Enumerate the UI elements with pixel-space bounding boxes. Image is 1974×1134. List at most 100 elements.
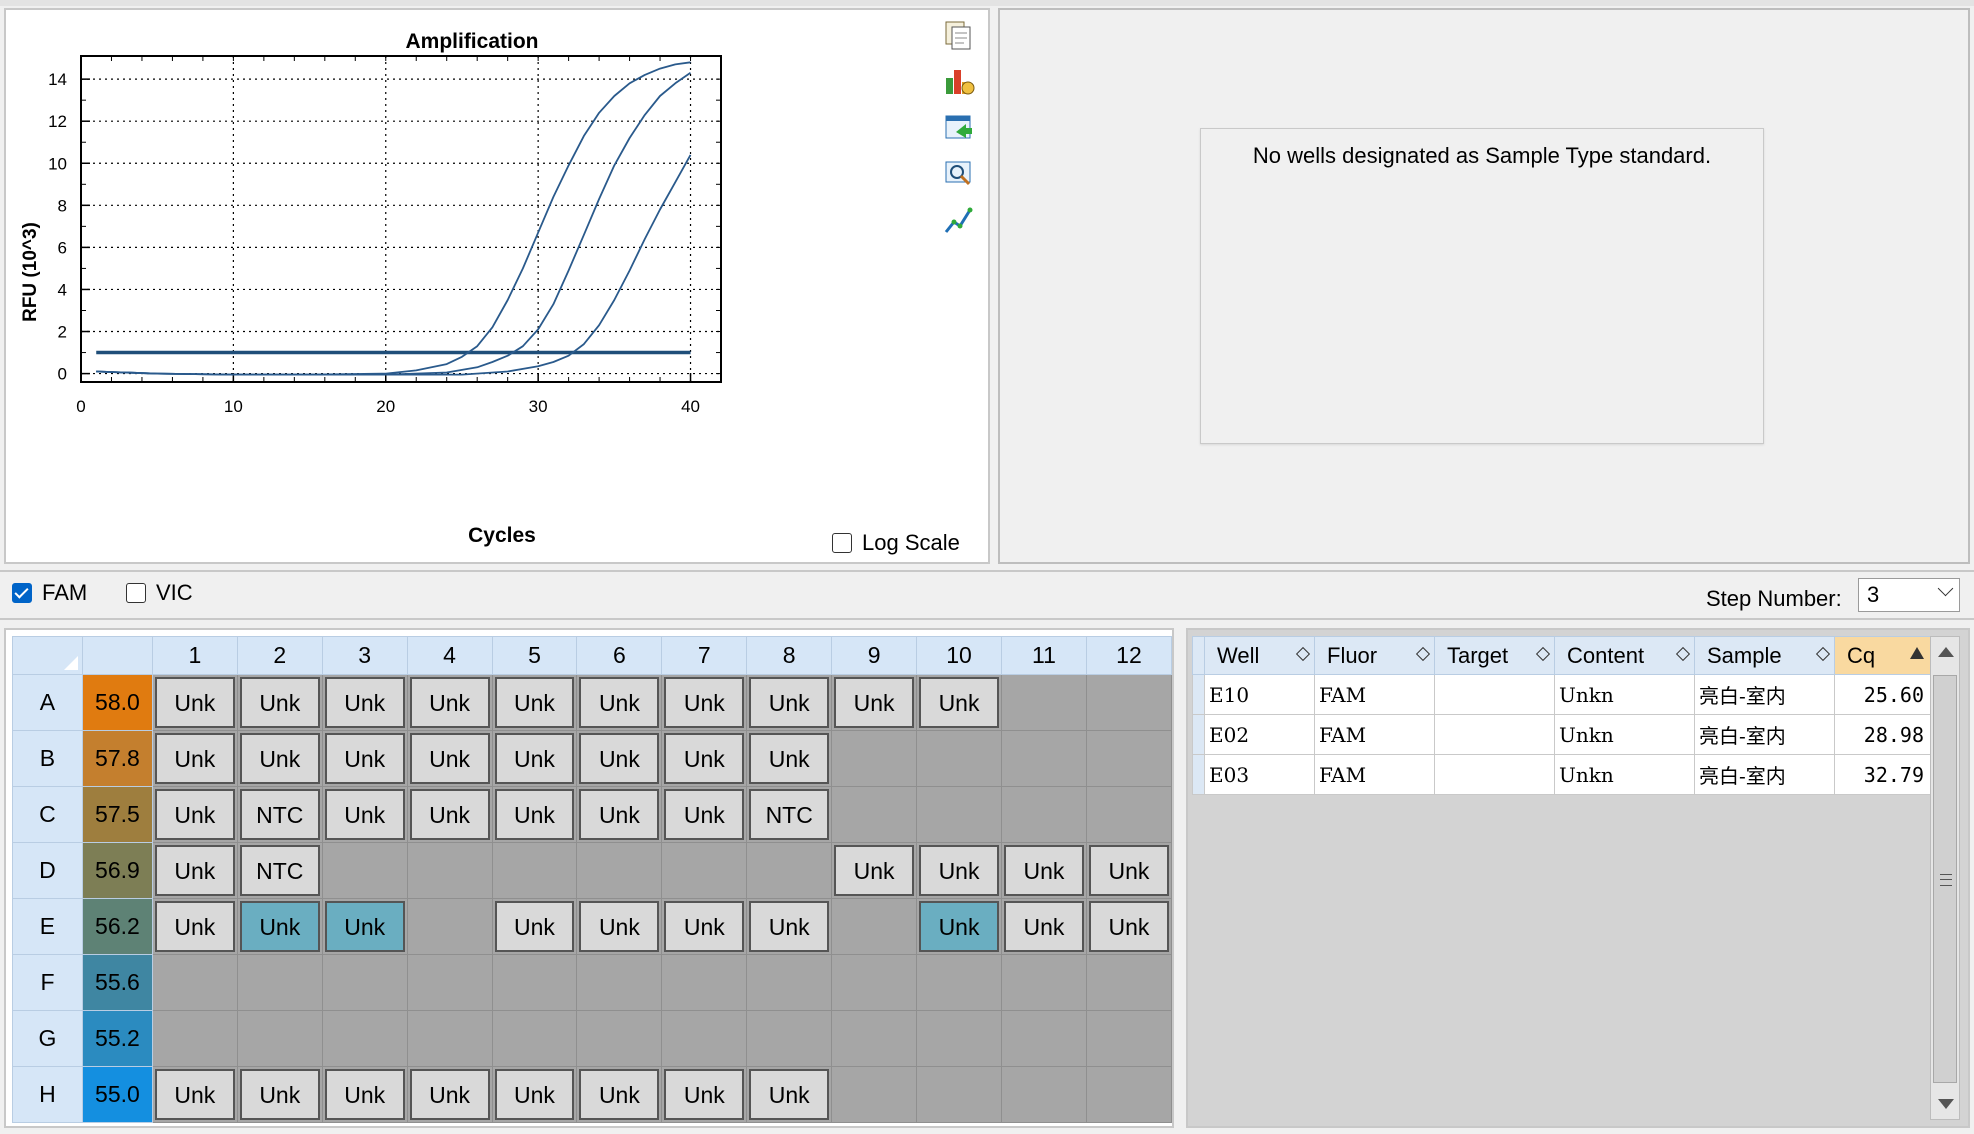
table-row[interactable]: E03 FAM Unkn 亮白-室内 32.79 [1192,754,1935,795]
column-header-sample[interactable]: Sample [1694,636,1835,675]
step-number-select[interactable]: 3 [1858,578,1960,612]
well-a10[interactable]: Unk [916,674,1002,731]
well-c7[interactable]: Unk [661,786,748,843]
amplification-curve-e03[interactable] [96,154,692,376]
well-d8[interactable] [746,842,833,899]
plate-row-header-a[interactable]: A [12,674,83,731]
well-a1[interactable]: Unk [151,674,238,731]
well-h4[interactable]: Unk [406,1066,493,1123]
well-e11[interactable]: Unk [1000,898,1087,955]
well-f8[interactable] [746,954,833,1011]
well-d6[interactable] [576,842,663,899]
table-row[interactable]: E10 FAM Unkn 亮白-室内 25.60 [1192,674,1935,715]
results-scrollbar[interactable] [1930,636,1960,1120]
well-d12[interactable]: Unk [1085,842,1173,899]
well-d9[interactable]: Unk [831,842,918,899]
well-f12[interactable] [1085,954,1173,1011]
plate-column-header-6[interactable]: 6 [576,636,663,675]
well-b7[interactable]: Unk [661,730,748,787]
well-a8[interactable]: Unk [746,674,833,731]
well-f5[interactable] [491,954,578,1011]
well-b1[interactable]: Unk [151,730,238,787]
well-e4[interactable] [406,898,493,955]
well-c9[interactable] [831,786,918,843]
scroll-thumb[interactable] [1933,675,1957,1083]
well-f9[interactable] [831,954,918,1011]
column-header-target[interactable]: Target [1434,636,1555,675]
well-b11[interactable] [1000,730,1087,787]
column-header-cq[interactable]: Cq [1834,636,1935,675]
well-c8[interactable]: NTC [746,786,833,843]
well-g5[interactable] [491,1010,578,1067]
well-b10[interactable] [916,730,1002,787]
plate-row-header-h[interactable]: H [12,1066,83,1123]
well-a11[interactable] [1000,674,1087,731]
well-f3[interactable] [321,954,408,1011]
vic-checkbox[interactable] [126,583,146,603]
well-h10[interactable] [916,1066,1002,1123]
well-c6[interactable]: Unk [576,786,663,843]
well-f11[interactable] [1000,954,1087,1011]
well-b2[interactable]: Unk [236,730,323,787]
well-b4[interactable]: Unk [406,730,493,787]
well-c2[interactable]: NTC [236,786,323,843]
well-b5[interactable]: Unk [491,730,578,787]
well-f2[interactable] [236,954,323,1011]
well-f10[interactable] [916,954,1002,1011]
well-f6[interactable] [576,954,663,1011]
well-a7[interactable]: Unk [661,674,748,731]
well-c10[interactable] [916,786,1002,843]
well-a4[interactable]: Unk [406,674,493,731]
well-h1[interactable]: Unk [151,1066,238,1123]
table-row[interactable]: E02 FAM Unkn 亮白-室内 28.98 [1192,714,1935,755]
plate-column-header-7[interactable]: 7 [661,636,748,675]
fam-checkbox[interactable] [12,583,32,603]
well-e7[interactable]: Unk [661,898,748,955]
well-c12[interactable] [1085,786,1173,843]
well-d3[interactable] [321,842,408,899]
well-h8[interactable]: Unk [746,1066,833,1123]
well-e3[interactable]: Unk [321,898,408,955]
well-h7[interactable]: Unk [661,1066,748,1123]
well-g7[interactable] [661,1010,748,1067]
well-g8[interactable] [746,1010,833,1067]
well-g4[interactable] [406,1010,493,1067]
plate-column-header-4[interactable]: 4 [406,636,493,675]
well-h6[interactable]: Unk [576,1066,663,1123]
plate-column-header-8[interactable]: 8 [746,636,833,675]
well-c4[interactable]: Unk [406,786,493,843]
well-h12[interactable] [1085,1066,1173,1123]
row-selector[interactable] [1192,714,1205,755]
well-c3[interactable]: Unk [321,786,408,843]
zoom-icon[interactable] [942,156,976,190]
well-f7[interactable] [661,954,748,1011]
well-g2[interactable] [236,1010,323,1067]
amplification-curve-e02[interactable] [96,72,692,376]
plate-row-header-g[interactable]: G [12,1010,83,1067]
well-f1[interactable] [151,954,238,1011]
plate-column-header-11[interactable]: 11 [1000,636,1087,675]
well-b12[interactable] [1085,730,1173,787]
well-a12[interactable] [1085,674,1173,731]
column-header-well[interactable]: Well [1204,636,1315,675]
plate-column-header-12[interactable]: 12 [1085,636,1173,675]
fam-toggle[interactable]: FAM [12,580,87,606]
well-d7[interactable] [661,842,748,899]
chart-settings-icon[interactable] [942,64,976,98]
well-h3[interactable]: Unk [321,1066,408,1123]
well-e1[interactable]: Unk [151,898,238,955]
plate-row-header-d[interactable]: D [12,842,83,899]
well-g11[interactable] [1000,1010,1087,1067]
plate-column-header-1[interactable]: 1 [151,636,238,675]
vic-toggle[interactable]: VIC [126,580,193,606]
well-c11[interactable] [1000,786,1087,843]
well-g12[interactable] [1085,1010,1173,1067]
well-e10[interactable]: Unk [916,898,1002,955]
well-d5[interactable] [491,842,578,899]
well-d2[interactable]: NTC [236,842,323,899]
well-b6[interactable]: Unk [576,730,663,787]
plate-column-header-10[interactable]: 10 [916,636,1002,675]
plate-row-header-f[interactable]: F [12,954,83,1011]
scroll-up-icon[interactable] [1938,647,1954,657]
column-header-fluor[interactable]: Fluor [1314,636,1435,675]
